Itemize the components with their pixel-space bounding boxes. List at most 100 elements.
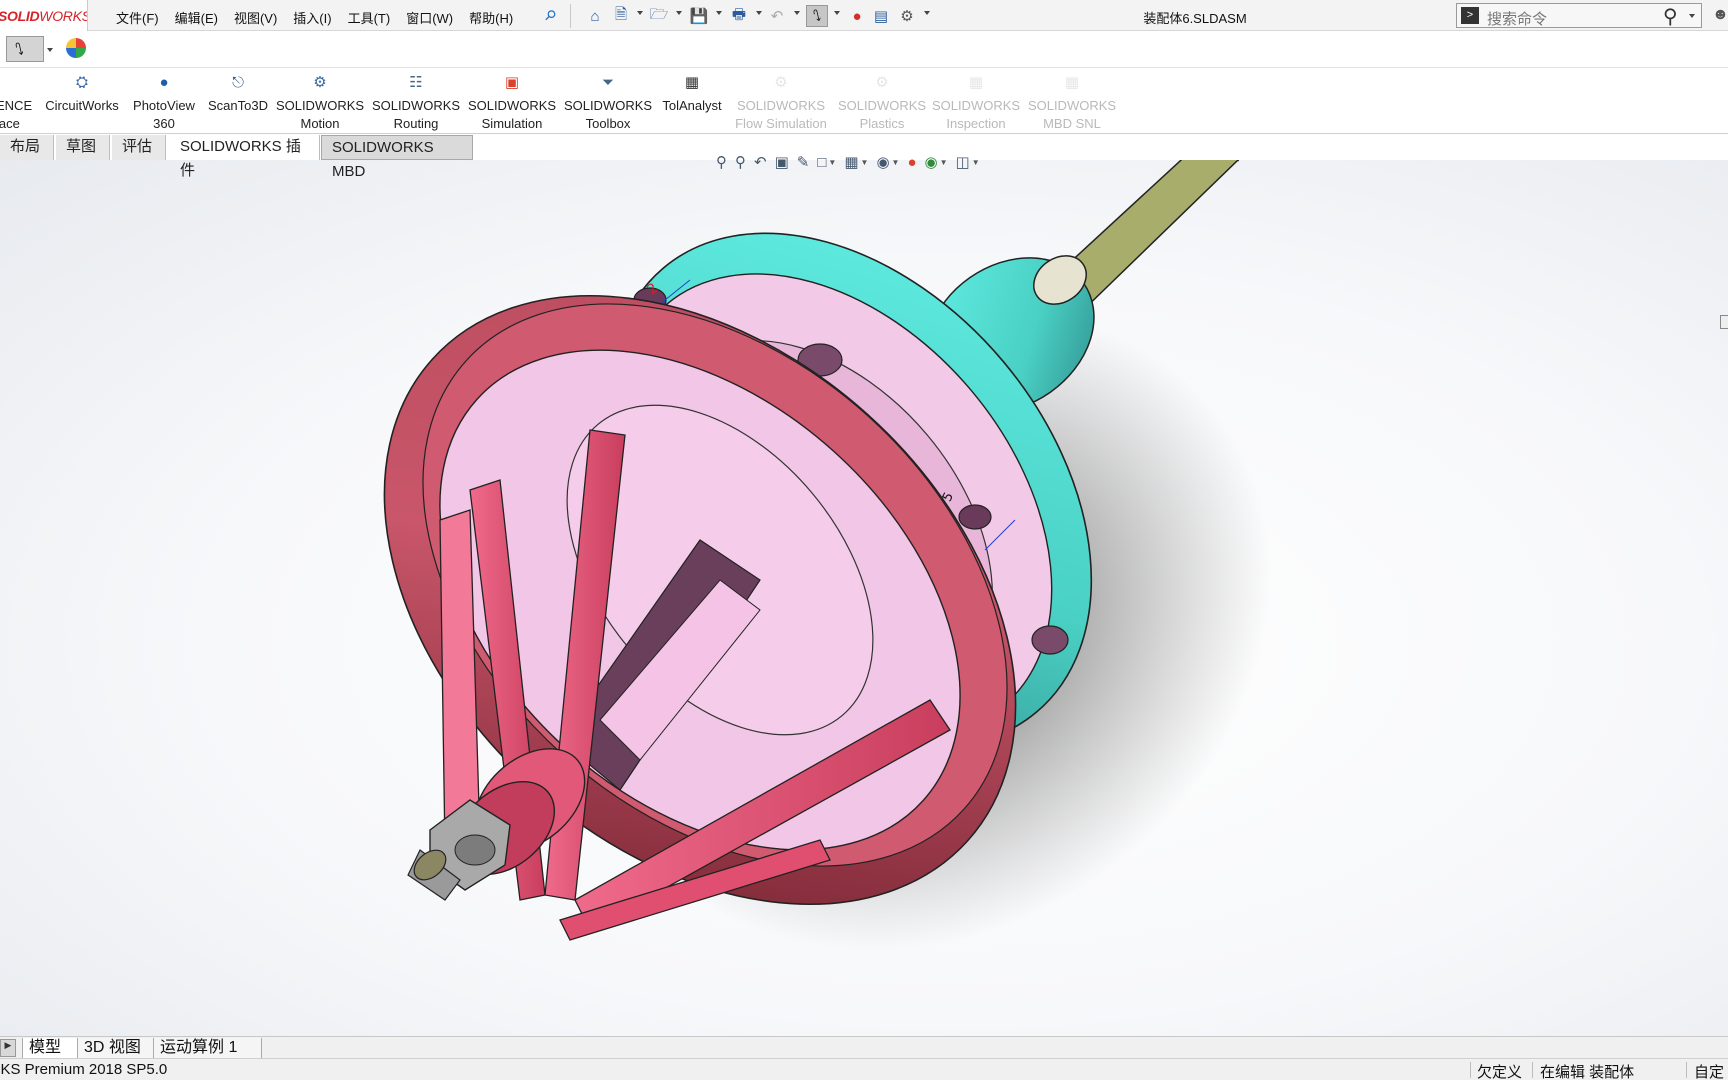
menu-edit[interactable]: 编辑(E) [167,8,226,27]
command-3dexperience[interactable]: ENCE lace [0,69,34,133]
toolbox-icon: ⏷ [601,74,614,91]
command-scanto3d[interactable]: ⎋ ScanTo3D [204,69,272,115]
print-dropdown-icon[interactable] [756,11,762,15]
status-separator [1532,1062,1533,1078]
zoom-to-fit-icon[interactable]: ⚲ [716,153,727,171]
panel-collapse-handle[interactable] [1720,315,1728,329]
menu-insert[interactable]: 插入(I) [285,8,339,27]
options-dropdown-icon[interactable] [924,11,930,15]
document-title: 装配体6.SLDASM [1143,11,1247,26]
edit-appearance-icon[interactable]: ● [907,154,916,171]
graphics-viewport[interactable]: 2 21.75 [0,160,1728,1036]
home-icon[interactable]: ⌂ [584,5,606,27]
command-solidworks-simulation[interactable]: ▣ SOLIDWORKS Simulation [466,69,558,133]
menu-bar: 文件(F) 编辑(E) 视图(V) 插入(I) 工具(T) 窗口(W) 帮助(H… [108,8,521,27]
tab-motion-study[interactable]: 运动算例 1 [154,1038,262,1058]
marketplace-icon [0,69,34,97]
display-style-icon[interactable]: ▦ [844,153,858,171]
open-folder-icon[interactable]: 🗁 [648,5,670,27]
menu-tools[interactable]: 工具(T) [340,8,399,27]
save-dropdown-icon[interactable] [716,11,722,15]
circuitworks-icon: ⛭ [75,74,88,91]
tab-3d-views[interactable]: 3D 视图 [78,1038,154,1058]
view-settings-icon[interactable]: ◫ [956,153,970,171]
tab-scroll-icon[interactable]: ▶ [0,1039,16,1057]
status-separator [1470,1062,1471,1078]
select-tool-button[interactable]: ⭛ [6,36,53,62]
search-dropdown-icon[interactable] [1689,14,1695,18]
command-circuitworks[interactable]: ⛭ CircuitWorks [42,69,122,115]
tab-solidworks-addins[interactable]: SOLIDWORKS 插件 [170,135,320,179]
tab-evaluate[interactable]: 评估 [112,135,166,160]
status-bar: ORKS Premium 2018 SP5.0 欠定义 在编辑 装配体 自定 [0,1058,1728,1080]
print-icon[interactable]: 🖶 [728,5,750,27]
previous-view-icon[interactable]: ↶ [754,153,767,171]
menu-view[interactable]: 视图(V) [226,8,285,27]
command-solidworks-routing[interactable]: ☷ SOLIDWORKS Routing [370,69,462,133]
photoview-icon: ● [159,74,169,91]
selection-toolbar: ⭛ [0,32,1728,68]
command-mbd-snl: ▦ SOLIDWORKS MBD SNL [1026,69,1118,133]
command-photoview-360[interactable]: ● PhotoView 360 [128,69,200,133]
title-bar: SOLIDWORKS 文件(F) 编辑(E) 视图(V) 插入(I) 工具(T)… [0,0,1728,31]
hex-nut [407,799,511,901]
status-editing: 在编辑 装配体 [1540,1064,1635,1080]
file-properties-icon[interactable]: ▤ [870,5,892,27]
command-solidworks-toolbox[interactable]: ⏷ SOLIDWORKS Toolbox [562,69,654,133]
command-manager: ENCE lace ⛭ CircuitWorks ● PhotoView 360… [0,69,1728,132]
mbd-snl-icon: ▦ [1064,74,1080,91]
motion-icon: ⚙ [313,74,327,91]
pin-menu-icon[interactable]: ⚲ [540,6,560,25]
cursor-arrow-icon: ⭛ [15,42,24,59]
status-separator [1686,1062,1687,1078]
search-input[interactable]: 搜索命令 [1487,8,1547,29]
tolanalyst-icon: ▦ [684,74,700,91]
undo-icon[interactable]: ↶ [766,5,788,27]
inspection-icon: ▦ [968,74,984,91]
menu-file[interactable]: 文件(F) [108,8,167,27]
menu-window[interactable]: 窗口(W) [398,8,461,27]
menu-help[interactable]: 帮助(H) [461,8,521,27]
save-icon[interactable]: 💾 [688,5,710,27]
section-view-icon[interactable]: ▣ [775,153,789,171]
select-dropdown-icon[interactable] [834,11,840,15]
command-prompt-icon: > [1461,7,1479,24]
new-dropdown-icon[interactable] [637,11,643,15]
tab-sketch[interactable]: 草图 [56,135,110,160]
simulation-icon: ▣ [504,74,520,91]
search-icon[interactable]: ⚲ [1663,4,1678,29]
model-tabs: ▶ 模型 3D 视图 运动算例 1 [0,1036,1728,1058]
search-commands[interactable]: > 搜索命令 ⚲ [1456,3,1702,28]
solidworks-logo[interactable]: SOLIDWORKS [0,0,88,31]
command-flow-simulation: ⚙ SOLIDWORKS Flow Simulation [728,69,834,133]
scanto3d-icon: ⎋ [232,74,244,91]
view-orientation-icon[interactable]: □ [817,154,826,171]
appearance-palette-icon[interactable] [66,38,86,58]
status-units[interactable]: 自定 [1694,1061,1724,1080]
open-dropdown-icon[interactable] [676,11,682,15]
rebuild-traffic-light-icon[interactable]: ● [846,5,868,27]
status-definition: 欠定义 [1477,1064,1523,1080]
dynamic-annotation-icon[interactable]: ✎ [797,153,810,171]
select-tool-dropdown-icon[interactable] [47,48,53,52]
command-solidworks-motion[interactable]: ⚙ SOLIDWORKS Motion [274,69,366,133]
tab-model[interactable]: 模型 [22,1038,78,1058]
zoom-to-area-icon[interactable]: ⚲ [735,153,746,171]
options-gear-icon[interactable]: ⚙ [896,5,918,27]
flow-simulation-icon: ⚙ [774,74,788,91]
product-version: ORKS Premium 2018 SP5.0 [0,1061,168,1078]
new-document-icon[interactable]: 🗎 [610,5,632,27]
user-icon[interactable]: ☻ [1712,6,1728,24]
tab-solidworks-mbd[interactable]: SOLIDWORKS MBD [321,135,473,180]
assembly-model[interactable]: 2 21.75 [0,160,1728,1036]
command-plastics: ⚙ SOLIDWORKS Plastics [836,69,928,133]
select-cursor-icon[interactable]: ⭛ [806,5,828,27]
tab-layout[interactable]: 布局 [0,135,54,160]
plastics-icon: ⚙ [875,74,889,91]
undo-dropdown-icon[interactable] [794,11,800,15]
apply-scene-icon[interactable]: ◉ [925,153,938,171]
hide-show-items-icon[interactable]: ◉ [876,153,889,171]
command-tolanalyst[interactable]: ▦ TolAnalyst [656,69,728,115]
heads-up-view-toolbar: ⚲ ⚲ ↶ ▣ ✎ □ ▼ ▦ ▼ ◉ ▼ ● ◉ ▼ ◫ ▼ [716,153,980,172]
menu-separator [570,4,571,28]
